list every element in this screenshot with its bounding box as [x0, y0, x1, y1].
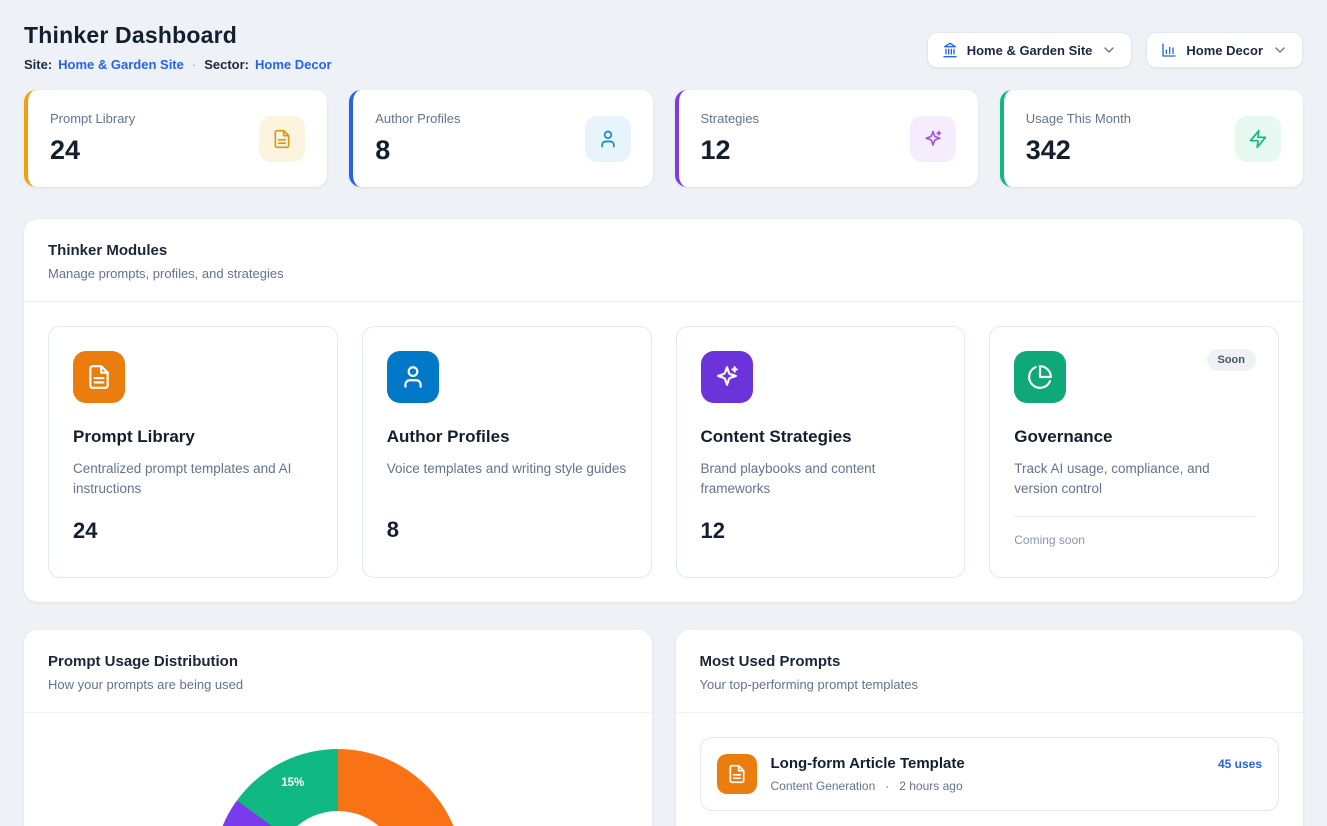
prompt-item-meta: Content Generation · 2 hours ago	[771, 779, 1204, 793]
stat-label: Author Profiles	[375, 111, 460, 126]
site-selector-dropdown[interactable]: Home & Garden Site	[927, 32, 1133, 68]
module-card-author-profiles[interactable]: Author Profiles Voice templates and writ…	[362, 326, 652, 578]
module-title: Author Profiles	[387, 427, 627, 447]
pie-chart-icon	[1014, 351, 1066, 403]
site-link[interactable]: Home & Garden Site	[58, 57, 184, 72]
dashboard-page: Thinker Dashboard Site: Home & Garden Si…	[0, 0, 1327, 826]
module-card-content-strategies[interactable]: Content Strategies Brand playbooks and c…	[676, 326, 966, 578]
top-bar: Thinker Dashboard Site: Home & Garden Si…	[24, 0, 1303, 72]
prompt-item-category: Content Generation	[771, 779, 876, 793]
prompt-list: Long-form Article Template Content Gener…	[676, 713, 1304, 826]
selector-group: Home & Garden Site Home Decor	[927, 32, 1303, 68]
stat-text: Author Profiles 8	[375, 111, 460, 166]
module-count: 8	[387, 517, 627, 543]
divider	[1014, 516, 1254, 517]
bar-chart-icon	[1161, 42, 1177, 58]
module-card-prompt-library[interactable]: Prompt Library Centralized prompt templa…	[48, 326, 338, 578]
stats-row: Prompt Library 24 Author Profiles 8 Stra…	[24, 90, 1303, 187]
stat-label: Prompt Library	[50, 111, 135, 126]
module-card-governance[interactable]: Soon Governance Track AI usage, complian…	[989, 326, 1279, 578]
usage-donut: 15%	[213, 749, 463, 826]
user-icon	[387, 351, 439, 403]
donut-segment-label: 15%	[281, 777, 304, 789]
stat-card-usage: Usage This Month 342	[1000, 90, 1303, 187]
soon-badge: Soon	[1207, 349, 1257, 371]
prompts-title: Most Used Prompts	[700, 653, 1280, 670]
page-title: Thinker Dashboard	[24, 22, 332, 49]
stat-label: Usage This Month	[1026, 111, 1131, 126]
prompts-subtitle: Your top-performing prompt templates	[700, 677, 1280, 692]
landmark-icon	[942, 42, 958, 58]
modules-header: Thinker Modules Manage prompts, profiles…	[24, 219, 1303, 302]
sector-link[interactable]: Home Decor	[255, 57, 332, 72]
usage-title: Prompt Usage Distribution	[48, 653, 628, 670]
stat-card-prompt-library: Prompt Library 24	[24, 90, 327, 187]
sparkle-icon	[910, 116, 956, 162]
module-title: Content Strategies	[701, 427, 941, 447]
thinker-modules-panel: Thinker Modules Manage prompts, profiles…	[24, 219, 1303, 602]
stat-label: Strategies	[701, 111, 760, 126]
user-icon	[585, 116, 631, 162]
stat-card-strategies: Strategies 12	[675, 90, 978, 187]
title-block: Thinker Dashboard Site: Home & Garden Si…	[24, 22, 332, 72]
stat-text: Prompt Library 24	[50, 111, 135, 166]
stat-card-author-profiles: Author Profiles 8	[349, 90, 652, 187]
modules-title: Thinker Modules	[48, 242, 1279, 259]
stat-text: Usage This Month 342	[1026, 111, 1131, 166]
most-used-prompts-panel: Most Used Prompts Your top-performing pr…	[676, 630, 1304, 826]
stat-value: 342	[1026, 135, 1131, 166]
prompt-item-time: 2 hours ago	[899, 779, 962, 793]
module-description: Track AI usage, compliance, and version …	[1014, 459, 1254, 500]
module-description: Centralized prompt templates and AI inst…	[73, 459, 313, 500]
file-text-icon	[73, 351, 125, 403]
module-title: Governance	[1014, 427, 1254, 447]
chevron-down-icon	[1101, 42, 1117, 58]
chevron-down-icon	[1272, 42, 1288, 58]
stat-text: Strategies 12	[701, 111, 760, 166]
breadcrumb-separator: ·	[190, 57, 198, 72]
usage-header: Prompt Usage Distribution How your promp…	[24, 630, 652, 713]
sector-label: Sector:	[204, 57, 249, 72]
meta-separator: ·	[885, 779, 889, 793]
prompts-header: Most Used Prompts Your top-performing pr…	[676, 630, 1304, 713]
file-text-icon	[259, 116, 305, 162]
bottom-row: Prompt Usage Distribution How your promp…	[24, 630, 1303, 826]
sector-selector-dropdown[interactable]: Home Decor	[1146, 32, 1303, 68]
module-description: Voice templates and writing style guides	[387, 459, 627, 499]
prompt-list-item[interactable]: Long-form Article Template Content Gener…	[700, 737, 1280, 811]
site-label: Site:	[24, 57, 52, 72]
prompt-item-title: Long-form Article Template	[771, 755, 1204, 772]
module-description: Brand playbooks and content frameworks	[701, 459, 941, 500]
module-count: 24	[73, 518, 313, 544]
usage-subtitle: How your prompts are being used	[48, 677, 628, 692]
chart-area: 15%	[24, 713, 652, 826]
stat-value: 8	[375, 135, 460, 166]
breadcrumb: Site: Home & Garden Site · Sector: Home …	[24, 57, 332, 72]
prompt-item-body: Long-form Article Template Content Gener…	[771, 755, 1204, 793]
usage-distribution-panel: Prompt Usage Distribution How your promp…	[24, 630, 652, 826]
sector-selector-label: Home Decor	[1186, 43, 1263, 58]
modules-grid: Prompt Library Centralized prompt templa…	[24, 302, 1303, 602]
coming-soon-text: Coming soon	[1014, 533, 1254, 547]
file-text-icon	[717, 754, 757, 794]
sparkle-icon	[701, 351, 753, 403]
stat-value: 12	[701, 135, 760, 166]
site-selector-label: Home & Garden Site	[967, 43, 1093, 58]
module-title: Prompt Library	[73, 427, 313, 447]
modules-subtitle: Manage prompts, profiles, and strategies	[48, 266, 1279, 281]
stat-value: 24	[50, 135, 135, 166]
zap-icon	[1235, 116, 1281, 162]
prompt-item-uses: 45 uses	[1218, 757, 1262, 771]
module-count: 12	[701, 518, 941, 544]
